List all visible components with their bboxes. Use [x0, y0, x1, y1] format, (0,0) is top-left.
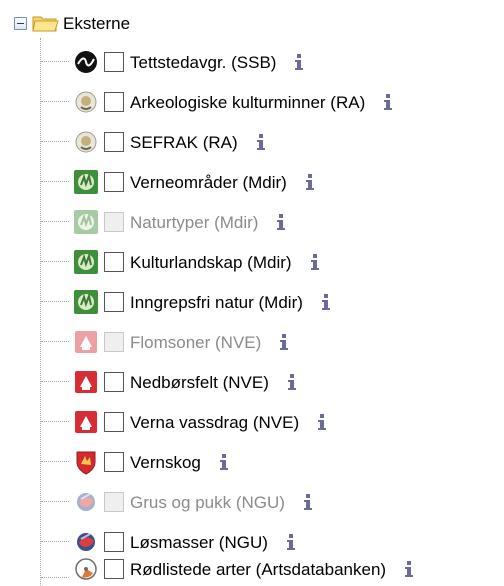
info-icon[interactable] [299, 492, 317, 512]
info-icon[interactable] [252, 132, 270, 152]
tree-branch-line [41, 501, 69, 502]
layer-checkbox[interactable] [104, 559, 124, 579]
info-icon[interactable] [400, 559, 418, 579]
layer-label: Naturtyper (Mdir) [130, 212, 259, 232]
miljodirektoratet-logo-icon [72, 168, 100, 196]
info-icon[interactable] [275, 332, 293, 352]
info-icon[interactable] [379, 92, 397, 112]
info-icon[interactable] [306, 252, 324, 272]
layer-label[interactable]: Tettstedavgr. (SSB) [130, 54, 276, 71]
layer-item-rodlistede-arter[interactable]: Rødlistede arter (Artsdatabanken) [72, 554, 418, 584]
info-icon[interactable] [215, 452, 233, 472]
tree-branch-line [41, 341, 69, 342]
info-icon[interactable] [313, 412, 331, 432]
layer-checkbox[interactable] [104, 92, 124, 112]
tree-branch-line [41, 101, 69, 102]
layer-checkbox[interactable] [104, 52, 124, 72]
tree-guide-line [40, 38, 41, 586]
tree-root-row[interactable]: Eksterne [14, 8, 130, 38]
artsdatabanken-logo-icon [72, 555, 100, 583]
nve-logo-icon [72, 408, 100, 436]
layer-item-verneomrader[interactable]: Verneområder (Mdir) [72, 167, 319, 197]
layer-label[interactable]: Løsmasser (NGU) [130, 534, 268, 551]
layer-checkbox[interactable] [104, 452, 124, 472]
ssb-logo-icon [72, 48, 100, 76]
folder-open-icon [31, 11, 59, 35]
tree-branch-line [41, 541, 69, 542]
tree-branch-line [41, 577, 69, 578]
tree-branch-line [41, 141, 69, 142]
info-icon[interactable] [317, 292, 335, 312]
layer-label: Flomsoner (NVE) [130, 332, 262, 352]
layer-item-nedborsfelt[interactable]: Nedbørsfelt (NVE) [72, 367, 301, 397]
layer-label[interactable]: Arkeologiske kulturminner (RA) [130, 94, 365, 111]
tree-branch-line [41, 61, 69, 62]
layer-label[interactable]: Nedbørsfelt (NVE) [130, 374, 269, 391]
layer-checkbox[interactable] [104, 132, 124, 152]
info-icon[interactable] [283, 372, 301, 392]
nve-logo-icon [72, 328, 100, 356]
ngu-logo-icon [72, 528, 100, 556]
layer-checkbox [104, 492, 124, 512]
layer-item-flomsoner: Flomsoner (NVE) [72, 327, 293, 357]
layer-item-tettstedavgr[interactable]: Tettstedavgr. (SSB) [72, 47, 308, 77]
layer-item-vernskog[interactable]: Vernskog [72, 447, 233, 477]
tree-branch-line [41, 221, 69, 222]
layer-label: Grus og pukk (NGU) [130, 492, 285, 512]
layer-label[interactable]: Vernskog [130, 454, 201, 471]
layer-item-sefrak[interactable]: SEFRAK (RA) [72, 127, 270, 157]
info-icon[interactable] [301, 172, 319, 192]
riksantikvaren-logo-icon [72, 128, 100, 156]
layer-checkbox[interactable] [104, 412, 124, 432]
tree-branch-line [41, 421, 69, 422]
tree-branch-line [41, 301, 69, 302]
miljodirektoratet-logo-icon [72, 288, 100, 316]
info-icon[interactable] [290, 52, 308, 72]
layer-checkbox [104, 332, 124, 352]
collapse-toggle-icon[interactable] [14, 16, 27, 30]
layer-checkbox[interactable] [104, 532, 124, 552]
layer-label[interactable]: Verna vassdrag (NVE) [130, 414, 299, 431]
tree-branch-line [41, 461, 69, 462]
shield-crest-icon [72, 448, 100, 476]
layer-checkbox[interactable] [104, 292, 124, 312]
tree-branch-line [41, 381, 69, 382]
layer-label[interactable]: Kulturlandskap (Mdir) [130, 254, 292, 271]
layer-label[interactable]: Rødlistede arter (Artsdatabanken) [130, 561, 386, 578]
info-icon[interactable] [272, 212, 290, 232]
layer-item-naturtyper: Naturtyper (Mdir) [72, 207, 290, 237]
tree-branch-line [41, 181, 69, 182]
miljodirektoratet-logo-icon [72, 208, 100, 236]
layer-tree: Eksterne Tettstedavgr. (SSB) Arkeologisk… [0, 0, 504, 586]
layer-checkbox[interactable] [104, 372, 124, 392]
layer-item-arkeologiske[interactable]: Arkeologiske kulturminner (RA) [72, 87, 397, 117]
layer-label[interactable]: SEFRAK (RA) [130, 134, 238, 151]
miljodirektoratet-logo-icon [72, 248, 100, 276]
layer-label[interactable]: Inngrepsfri natur (Mdir) [130, 294, 303, 311]
layer-item-grus-og-pukk: Grus og pukk (NGU) [72, 487, 317, 517]
layer-checkbox[interactable] [104, 172, 124, 192]
layer-label[interactable]: Verneområder (Mdir) [130, 174, 287, 191]
tree-branch-line [41, 261, 69, 262]
layer-checkbox [104, 212, 124, 232]
info-icon[interactable] [282, 532, 300, 552]
layer-item-verna-vassdrag[interactable]: Verna vassdrag (NVE) [72, 407, 331, 437]
riksantikvaren-logo-icon [72, 88, 100, 116]
nve-logo-icon [72, 368, 100, 396]
ngu-logo-icon [72, 488, 100, 516]
root-folder-label[interactable]: Eksterne [63, 15, 130, 32]
layer-item-kulturlandskap[interactable]: Kulturlandskap (Mdir) [72, 247, 324, 277]
layer-checkbox[interactable] [104, 252, 124, 272]
layer-item-losmasser[interactable]: Løsmasser (NGU) [72, 527, 300, 557]
layer-item-inngrepsfri-natur[interactable]: Inngrepsfri natur (Mdir) [72, 287, 335, 317]
